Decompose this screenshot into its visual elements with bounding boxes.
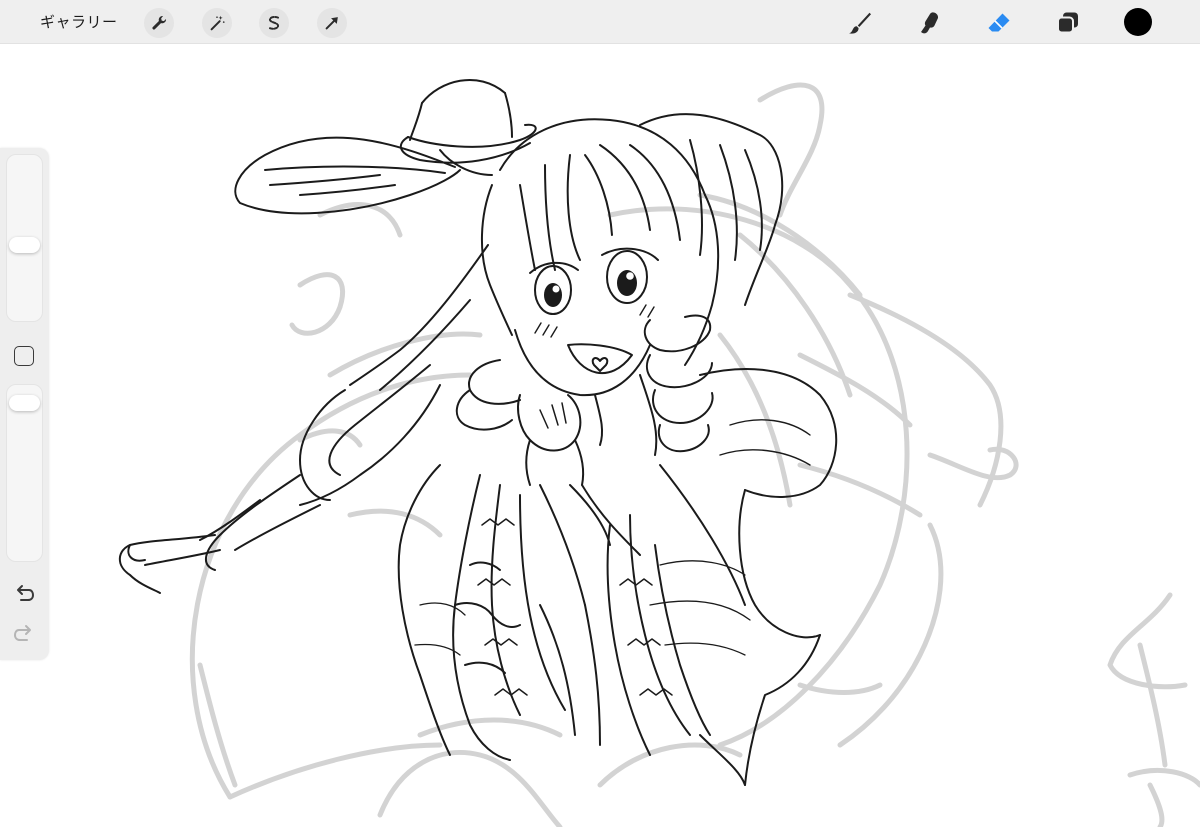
smudge-icon	[921, 12, 939, 34]
opacity-thumb[interactable]	[9, 394, 40, 411]
selection-button[interactable]	[259, 8, 289, 38]
wrench-icon	[152, 15, 167, 30]
brush-icon	[849, 12, 871, 34]
brush-size-slider[interactable]	[6, 154, 43, 322]
sidebar	[0, 148, 49, 660]
layers-icon	[1057, 12, 1078, 34]
artwork	[118, 79, 1200, 827]
procreate-app: ギャラリー	[0, 0, 1200, 827]
gallery-button[interactable]: ギャラリー	[40, 10, 118, 34]
modify-button[interactable]	[14, 346, 34, 366]
opacity-slider[interactable]	[6, 384, 43, 562]
color-picker-button[interactable]	[1124, 8, 1152, 36]
eraser-tool-button[interactable]	[983, 7, 1015, 39]
adjustments-button[interactable]	[202, 8, 232, 38]
lineart-layer	[118, 79, 838, 786]
transform-button[interactable]	[317, 8, 347, 38]
redo-icon[interactable]	[13, 622, 35, 644]
top-toolbar: ギャラリー	[0, 0, 1200, 44]
actions-button[interactable]	[144, 8, 174, 38]
eraser-icon	[988, 13, 1010, 32]
layers-button[interactable]	[1052, 7, 1084, 39]
brush-size-thumb[interactable]	[9, 237, 40, 254]
smudge-tool-button[interactable]	[914, 7, 946, 39]
selection-s-icon	[268, 15, 280, 30]
rough-sketch-layer	[189, 82, 1200, 827]
arrow-cursor-icon	[325, 17, 338, 30]
brush-tool-button[interactable]	[844, 7, 876, 39]
undo-icon[interactable]	[13, 582, 35, 604]
magic-wand-icon	[210, 15, 225, 31]
drawing-canvas[interactable]	[0, 45, 1200, 827]
